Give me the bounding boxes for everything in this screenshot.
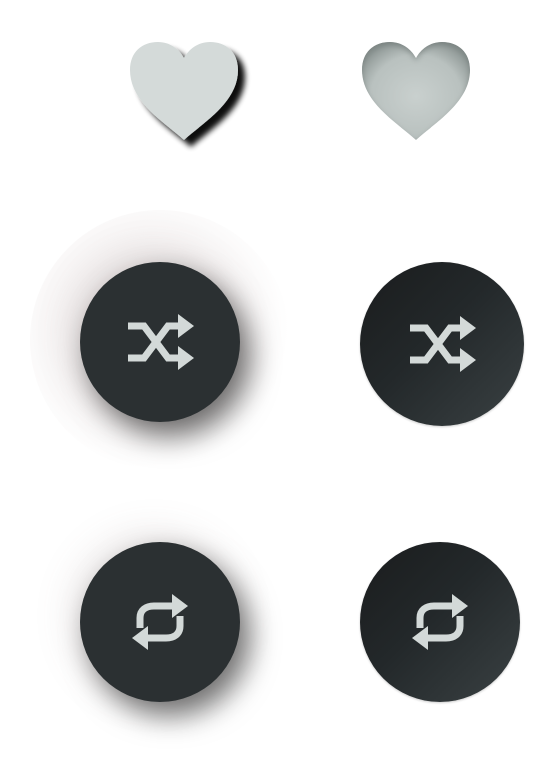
repeat-icon [132, 594, 188, 650]
repeat-icon [412, 594, 468, 650]
shuffle-icon [410, 316, 476, 372]
like-button-soft[interactable] [356, 38, 476, 148]
repeat-button-flat[interactable] [80, 542, 240, 702]
repeat-button-gradient[interactable] [360, 542, 520, 702]
heart-icon [362, 42, 470, 140]
shuffle-button-gradient[interactable] [360, 262, 524, 426]
shuffle-button-flat[interactable] [80, 262, 240, 422]
like-button-flat[interactable] [124, 38, 244, 148]
shuffle-icon [128, 314, 194, 370]
heart-icon [130, 42, 238, 140]
